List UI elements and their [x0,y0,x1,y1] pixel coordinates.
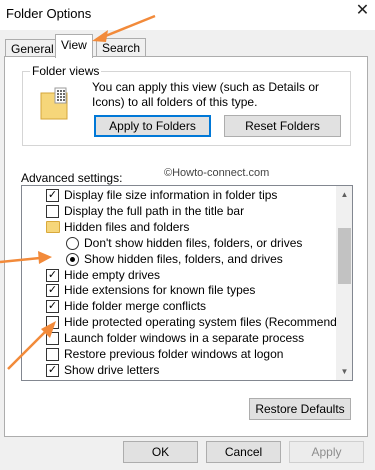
settings-option-label: Don't show hidden files, folders, or dri… [84,235,303,250]
settings-option[interactable]: Display the full path in the title bar [22,203,336,219]
radio-unselected-icon[interactable] [66,236,79,250]
radio-selected-icon[interactable] [66,252,79,266]
settings-option[interactable]: ✓ Hide empty drives [22,267,336,283]
settings-option-label: Restore previous folder windows at logon [64,347,284,361]
settings-option-label: Display file size information in folder … [64,188,278,202]
settings-option-label: Hide empty drives [64,267,161,282]
ok-button[interactable]: OK [123,441,198,463]
scroll-down-icon[interactable]: ▼ [336,363,352,380]
advanced-settings-label: Advanced settings: [21,171,123,185]
settings-option-label: Show drive letters [64,362,160,377]
close-button[interactable]: ✕ [350,0,375,25]
checkbox-checked-icon[interactable]: ✓ [46,363,59,377]
folder-icon [46,220,60,233]
title-bar: Folder Options ✕ [0,0,375,30]
checkbox-checked-icon[interactable]: ✓ [46,268,59,282]
folder-grid-icon [40,87,68,120]
checkbox-checked-icon[interactable]: ✓ [46,284,59,298]
restore-defaults-button[interactable]: Restore Defaults [249,398,351,420]
settings-option-label: Hidden files and folders [64,219,190,234]
settings-option[interactable]: Launch folder windows in a separate proc… [22,330,336,346]
folder-views-description: You can apply this view (such as Details… [92,80,320,109]
apply-button[interactable]: Apply [289,441,364,463]
list-scrollbar[interactable]: ▲ ▼ [336,186,352,380]
window-title: Folder Options [6,6,92,21]
scroll-up-icon[interactable]: ▲ [336,186,352,203]
checkbox-unchecked-icon[interactable] [46,204,59,218]
settings-option[interactable]: Hide protected operating system files (R… [22,314,352,330]
settings-option-label: Show hidden files, folders, and drives [84,251,283,266]
settings-option[interactable]: ✓ Hide folder merge conflicts [22,298,336,314]
settings-option[interactable]: Show hidden files, folders, and drives [22,251,336,267]
folder-views-legend: Folder views [30,64,102,78]
settings-option[interactable]: ✓ Display file size information in folder… [22,187,336,203]
checkbox-unchecked-icon[interactable] [46,332,59,346]
settings-option[interactable]: ✓ Hide extensions for known file types [22,282,336,298]
reset-folders-button[interactable]: Reset Folders [224,115,341,137]
settings-option-label: Hide extensions for known file types [64,283,256,298]
settings-option-label: Display the full path in the title bar [64,203,245,218]
watermark-text: ©Howto-connect.com [164,167,270,179]
checkbox-unchecked-icon[interactable] [46,316,59,330]
cancel-button[interactable]: Cancel [206,441,281,463]
checkbox-unchecked-icon[interactable] [46,348,59,361]
settings-option[interactable]: ✓ Show drive letters [22,362,336,378]
checkbox-checked-icon[interactable]: ✓ [46,300,59,314]
scroll-thumb[interactable] [338,228,351,284]
tab-view[interactable]: View [55,34,93,58]
settings-option[interactable]: Restore previous folder windows at logon [22,346,336,362]
apply-to-folders-button[interactable]: Apply to Folders [94,115,211,137]
settings-option-label: Launch folder windows in a separate proc… [64,331,305,346]
settings-group-header: Hidden files and folders [22,219,336,235]
checkbox-checked-icon[interactable]: ✓ [46,189,59,202]
settings-option[interactable]: Don't show hidden files, folders, or dri… [22,235,336,251]
advanced-settings-list[interactable]: ✓ Display file size information in folder… [21,185,353,381]
settings-option-label: Hide protected operating system files (R… [64,315,353,330]
tab-search[interactable]: Search [96,38,147,57]
settings-option-label: Hide folder merge conflicts [64,299,207,314]
